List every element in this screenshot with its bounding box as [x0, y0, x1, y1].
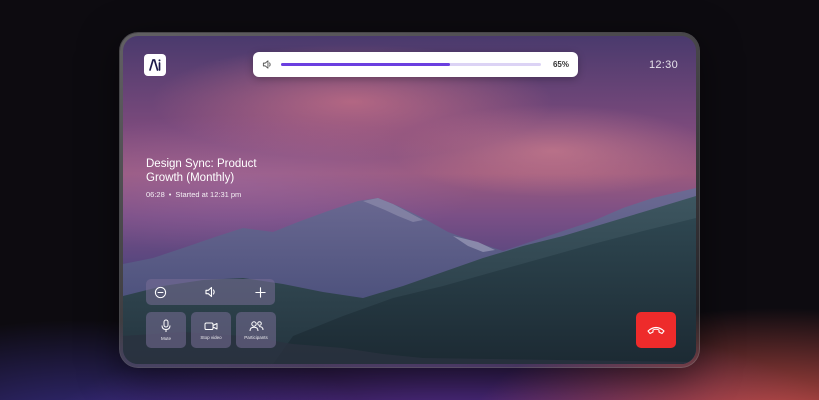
- stop-video-button[interactable]: Stop video: [191, 312, 231, 348]
- volume-slider-fill: [281, 63, 450, 66]
- video-call-screen: 12:30 65% Design Sync: Product Growth (M…: [123, 36, 696, 364]
- start-time: Started at 12:31 pm: [175, 190, 242, 199]
- volume-slider[interactable]: [281, 63, 541, 66]
- call-controls: Mute Stop video Participants: [146, 312, 276, 348]
- tablet-frame: 12:30 65% Design Sync: Product Growth (M…: [120, 33, 699, 367]
- elapsed-time: 06:28: [146, 190, 165, 199]
- mute-label: Mute: [160, 336, 171, 341]
- mute-button[interactable]: Mute: [146, 312, 186, 348]
- hang-up-icon: [646, 325, 666, 335]
- stop-video-label: Stop video: [200, 335, 222, 340]
- end-call-button[interactable]: [636, 312, 676, 348]
- logo-icon: [149, 59, 161, 71]
- meeting-title: Design Sync: Product Growth (Monthly): [146, 158, 257, 184]
- video-camera-icon: [204, 320, 218, 332]
- participants-icon: [249, 320, 264, 332]
- participants-label: Participants: [244, 335, 268, 340]
- plus-icon[interactable]: [254, 286, 267, 299]
- participants-button[interactable]: Participants: [236, 312, 276, 348]
- meeting-meta: 06:28 • Started at 12:31 pm: [146, 190, 281, 199]
- volume-percentage: 65%: [552, 60, 569, 69]
- speaker-icon: [262, 59, 273, 70]
- volume-control-bar: [146, 279, 275, 305]
- meta-separator: •: [168, 190, 172, 199]
- speaker-icon[interactable]: [204, 285, 218, 299]
- meeting-info: Design Sync: Product Growth (Monthly) 06…: [146, 157, 281, 199]
- microphone-icon: [160, 319, 172, 333]
- app-logo: [144, 54, 166, 76]
- minus-circle-icon[interactable]: [154, 286, 167, 299]
- clock: 12:30: [648, 59, 678, 71]
- volume-popup[interactable]: 65%: [253, 52, 578, 77]
